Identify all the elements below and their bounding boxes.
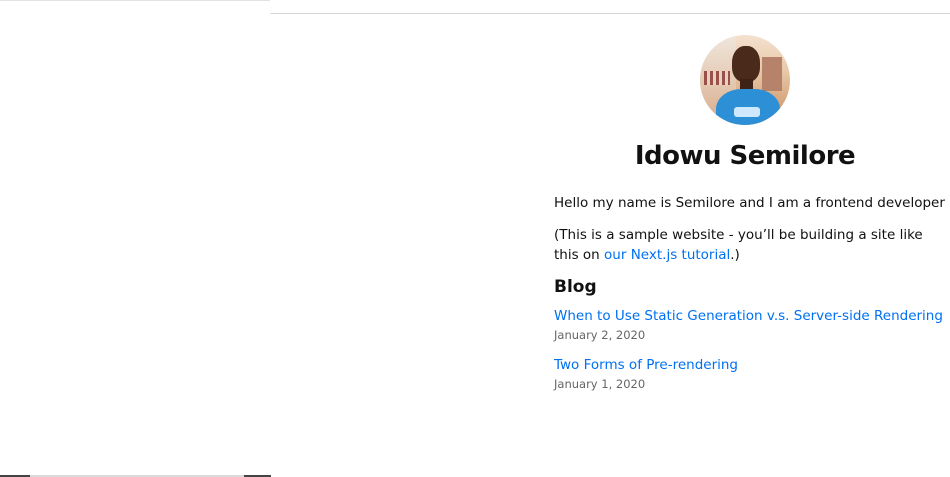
page-container: Idowu Semilore Hello my name is Semilore… xyxy=(540,22,950,405)
avatar-head xyxy=(732,46,760,82)
list-item: Two Forms of Pre-rendering January 1, 20… xyxy=(554,356,950,391)
intro-greeting: Hello my name is Semilore and I am a fro… xyxy=(554,194,945,211)
avatar-background-people xyxy=(704,71,730,85)
nextjs-tutorial-link[interactable]: our Next.js tutorial xyxy=(604,247,730,263)
blog-section: Blog When to Use Static Generation v.s. … xyxy=(540,277,950,391)
blog-heading: Blog xyxy=(554,277,597,298)
top-divider xyxy=(270,13,950,14)
avatar xyxy=(700,35,790,125)
avatar-background-building xyxy=(762,57,782,91)
post-date: January 1, 2020 xyxy=(554,377,646,392)
post-link[interactable]: When to Use Static Generation v.s. Serve… xyxy=(554,307,950,326)
profile-header: Idowu Semilore xyxy=(540,22,950,173)
post-list: When to Use Static Generation v.s. Serve… xyxy=(554,307,950,391)
avatar-shirt-print xyxy=(734,107,760,117)
intro-note-suffix: .) xyxy=(730,247,740,263)
top-divider-left xyxy=(0,0,270,1)
list-item: When to Use Static Generation v.s. Serve… xyxy=(554,307,950,342)
post-link[interactable]: Two Forms of Pre-rendering xyxy=(554,356,950,375)
page-title: Idowu Semilore xyxy=(634,141,856,171)
intro-note: (This is a sample website - you’ll be bu… xyxy=(554,225,950,266)
post-date: January 2, 2020 xyxy=(554,328,646,343)
intro-section: Hello my name is Semilore and I am a fro… xyxy=(540,193,950,266)
